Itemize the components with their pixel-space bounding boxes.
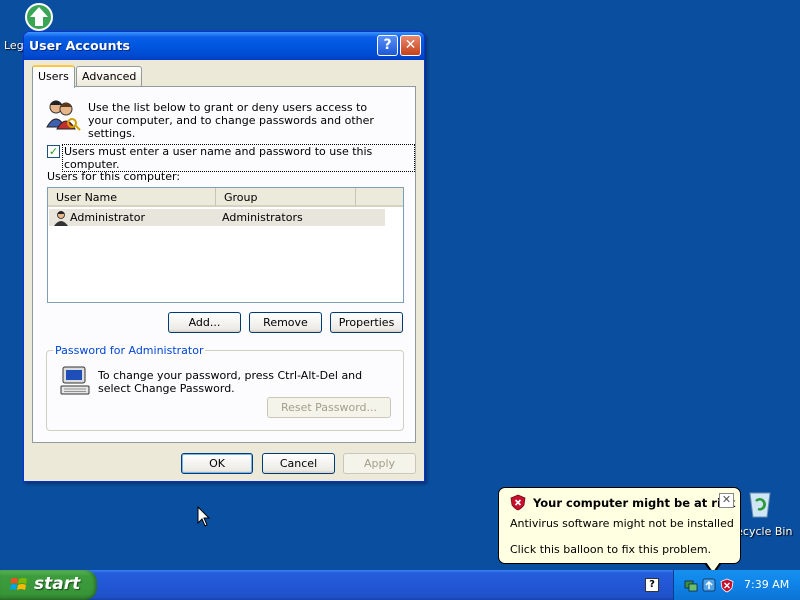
reset-password-button[interactable]: Reset Password... xyxy=(267,397,391,418)
add-button[interactable]: Add... xyxy=(168,312,241,333)
up-arrow-icon xyxy=(25,3,53,31)
properties-button[interactable]: Properties xyxy=(330,312,403,333)
balloon-close-button[interactable]: ✕ xyxy=(719,493,734,508)
users-list[interactable]: User Name Group Administrator Administra… xyxy=(47,187,404,303)
balloon-title: Your computer might be at risk xyxy=(533,496,736,510)
computer-keyboard-icon xyxy=(59,365,93,397)
intro-text: Use the list below to grant or deny user… xyxy=(88,101,374,140)
desktop-icon-top[interactable] xyxy=(22,2,56,34)
password-help-text: To change your password, press Ctrl-Alt-… xyxy=(98,369,363,395)
column-header-user-name[interactable]: User Name xyxy=(48,188,216,207)
shield-warning-icon xyxy=(510,494,526,511)
row-group: Administrators xyxy=(222,211,303,224)
column-header-group[interactable]: Group xyxy=(216,188,356,207)
table-row[interactable]: Administrator Administrators xyxy=(49,209,385,226)
tab-advanced[interactable]: Advanced xyxy=(76,66,143,87)
tab-users[interactable]: Users xyxy=(32,65,75,88)
title-bar[interactable]: User Accounts ? ✕ xyxy=(24,32,424,60)
clock[interactable]: 7:39 AM xyxy=(744,578,789,591)
users-tab-panel: Use the list below to grant or deny user… xyxy=(32,86,416,443)
help-button[interactable]: ? xyxy=(377,35,398,56)
recycle-bin-icon[interactable] xyxy=(744,487,776,519)
window-title: User Accounts xyxy=(29,38,130,53)
column-header-filler xyxy=(356,188,403,207)
users-heading: Users for this computer: xyxy=(47,170,181,183)
row-user-name: Administrator xyxy=(70,211,145,224)
help-tray-icon[interactable]: ? xyxy=(645,578,659,592)
network-tray-icon[interactable] xyxy=(684,578,698,592)
require-password-label[interactable]: Users must enter a user name and passwor… xyxy=(62,144,415,172)
require-password-checkbox[interactable]: ✓ xyxy=(47,145,60,158)
desktop-icon-top-label: Leg xyxy=(4,39,24,52)
ok-button[interactable]: OK xyxy=(181,453,253,474)
update-tray-icon[interactable] xyxy=(702,578,716,592)
cancel-button[interactable]: Cancel xyxy=(262,453,335,474)
password-group-legend: Password for Administrator xyxy=(53,344,206,357)
security-center-tray-icon[interactable] xyxy=(720,578,734,593)
balloon-line-1: Antivirus software might not be installe… xyxy=(510,517,734,530)
mouse-cursor-icon xyxy=(197,505,211,528)
windows-logo-icon xyxy=(10,576,28,594)
start-label: start xyxy=(34,574,81,594)
remove-button[interactable]: Remove xyxy=(249,312,322,333)
system-tray: 7:39 AM xyxy=(673,570,800,600)
users-icon xyxy=(45,97,81,131)
balloon-line-2: Click this balloon to fix this problem. xyxy=(510,543,712,556)
user-icon xyxy=(53,210,69,226)
security-balloon[interactable]: Your computer might be at risk ✕ Antivir… xyxy=(498,487,741,564)
apply-button[interactable]: Apply xyxy=(343,453,416,474)
user-accounts-window: User Accounts ? ✕ Users Advanced Use the… xyxy=(23,31,425,482)
start-button[interactable]: start xyxy=(0,570,97,600)
taskbar: start ? 7:39 AM xyxy=(0,570,800,600)
close-button[interactable]: ✕ xyxy=(400,35,421,56)
